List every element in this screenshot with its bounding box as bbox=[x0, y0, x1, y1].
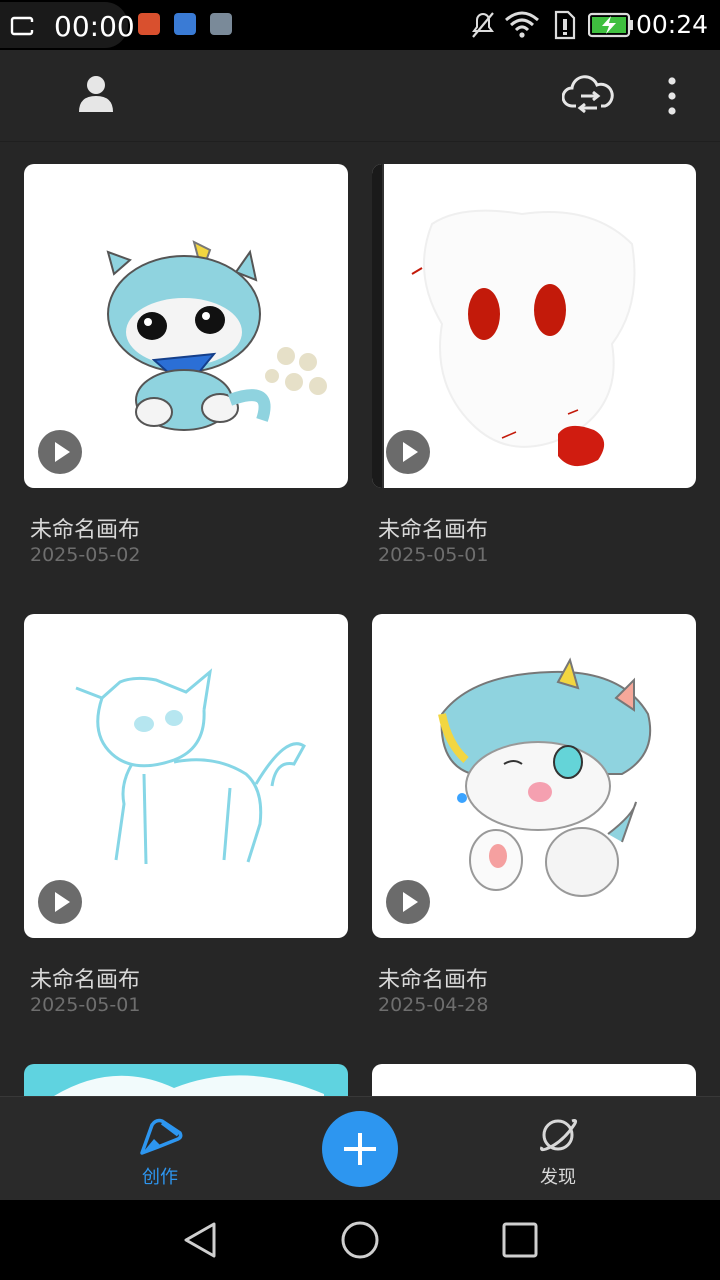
wifi-icon bbox=[505, 11, 539, 38]
add-canvas-button[interactable] bbox=[322, 1111, 398, 1187]
cloud-sync-icon[interactable] bbox=[562, 72, 614, 118]
partial-canvas-drawing bbox=[54, 1075, 324, 1096]
nav-discover[interactable]: 发现 bbox=[498, 1097, 618, 1201]
play-icon[interactable] bbox=[386, 880, 430, 924]
battery-charging-icon bbox=[588, 12, 633, 38]
back-icon[interactable] bbox=[182, 1220, 218, 1260]
play-icon[interactable] bbox=[386, 430, 430, 474]
more-vert-icon[interactable] bbox=[662, 76, 682, 116]
canvas-date: 2025-05-01 bbox=[30, 994, 141, 1016]
canvas-thumbnail[interactable] bbox=[24, 614, 348, 938]
system-navigation-bar bbox=[0, 1200, 720, 1280]
recording-time: 00:00 bbox=[54, 10, 135, 43]
canvas-date: 2025-04-28 bbox=[378, 994, 489, 1016]
mute-icon bbox=[472, 12, 494, 38]
play-icon[interactable] bbox=[38, 880, 82, 924]
create-pen-icon bbox=[140, 1118, 183, 1155]
play-icon[interactable] bbox=[38, 430, 82, 474]
user-icon[interactable] bbox=[76, 74, 116, 114]
planet-icon bbox=[540, 1119, 578, 1152]
canvas-name: 未命名画布 bbox=[378, 968, 489, 993]
canvas-thumbnail[interactable] bbox=[372, 164, 696, 488]
canvas-name: 未命名画布 bbox=[30, 518, 141, 543]
canvas-thumbnail[interactable] bbox=[24, 1064, 348, 1096]
canvas-date: 2025-05-02 bbox=[30, 544, 141, 566]
canvas-name: 未命名画布 bbox=[30, 968, 141, 993]
canvas-name: 未命名画布 bbox=[378, 518, 489, 543]
canvas-grid: 未命名画布 2025-05-02 未命名画布 2025-05-01 未命名画布 … bbox=[0, 142, 720, 1096]
bottom-navigation: 创作 发现 bbox=[0, 1096, 720, 1200]
canvas-thumbnail[interactable] bbox=[24, 164, 348, 488]
canvas-thumbnail[interactable] bbox=[372, 614, 696, 938]
screen-record-icon bbox=[10, 16, 34, 36]
top-app-bar bbox=[0, 50, 720, 142]
recents-icon[interactable] bbox=[502, 1222, 538, 1258]
gallery-app-icon bbox=[210, 13, 232, 35]
canvas-date: 2025-05-01 bbox=[378, 544, 489, 566]
plus-icon bbox=[344, 1133, 376, 1165]
status-clock: 00:24 bbox=[635, 10, 708, 39]
home-icon[interactable] bbox=[340, 1220, 380, 1260]
nav-create-label: 创作 bbox=[142, 1167, 178, 1188]
sim-alert-icon bbox=[554, 10, 576, 40]
status-bar: 00:00 00:24 bbox=[0, 0, 720, 50]
canvas-thumbnail[interactable] bbox=[372, 1064, 696, 1096]
nav-create[interactable]: 创作 bbox=[100, 1097, 220, 1201]
nav-discover-label: 发现 bbox=[540, 1167, 576, 1188]
health-app-icon bbox=[174, 13, 196, 35]
screen-record-indicator[interactable]: 00:00 bbox=[0, 2, 135, 48]
recorder-app-icon bbox=[138, 13, 160, 35]
